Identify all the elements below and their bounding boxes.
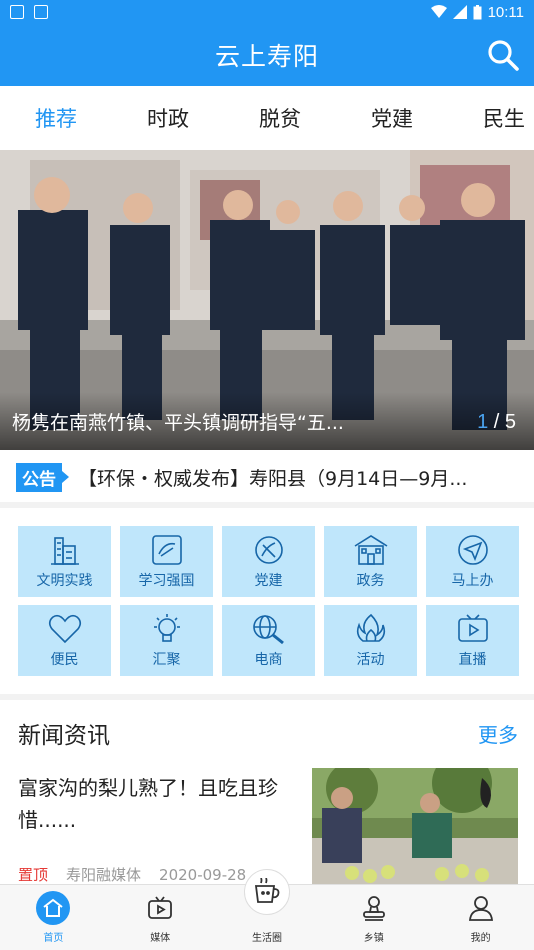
heart-icon xyxy=(48,614,81,643)
service-label: 党建 xyxy=(254,572,283,589)
banner-caption: 杨隽在南燕竹镇、平头镇调研指导“五... xyxy=(12,411,344,434)
notice-bar[interactable]: 公告 【环保・权威发布】寿阳县（9月14日—9月... xyxy=(0,452,534,508)
banner-caption-bar: 杨隽在南燕竹镇、平头镇调研指导“五... xyxy=(0,392,534,450)
nav-profile[interactable]: 我的 xyxy=(427,885,534,950)
app-bar: 云上寿阳 xyxy=(0,24,534,86)
nav-label: 我的 xyxy=(470,933,491,944)
tab-recommend[interactable]: 推荐 xyxy=(0,103,112,133)
home-icon xyxy=(36,891,71,925)
app-notification-icon xyxy=(34,5,48,19)
tab-poverty[interactable]: 脱贫 xyxy=(224,103,336,133)
service-tile-gather[interactable]: 汇聚 xyxy=(120,605,213,676)
bottom-navigation: 首页 媒体 生活圈 乡镇 我的 xyxy=(0,869,534,950)
stamp-icon xyxy=(357,891,391,925)
study-icon xyxy=(151,534,182,565)
news-section-title: 新闻资讯 xyxy=(18,723,110,749)
nav-label: 乡镇 xyxy=(363,933,384,944)
news-title[interactable]: 富家沟的梨儿熟了！且吃且珍惜...... xyxy=(18,772,298,836)
status-bar: 10:11 xyxy=(0,0,534,24)
news-date: 2020-09-28 xyxy=(159,866,247,884)
service-grid: 文明实践 学习强国 党建 政务 马上办 便民 汇聚 电商 活动 直播 xyxy=(18,526,519,676)
nav-towns[interactable]: 乡镇 xyxy=(320,885,427,950)
notice-badge: 公告 xyxy=(16,462,69,492)
service-label: 学习强国 xyxy=(138,572,195,589)
service-tile-government[interactable]: 政务 xyxy=(324,526,417,597)
battery-icon xyxy=(473,4,482,19)
nav-label: 生活圈 xyxy=(251,933,282,944)
service-tile-party[interactable]: 党建 xyxy=(222,526,315,597)
send-icon xyxy=(457,534,488,565)
signal-icon xyxy=(452,5,467,19)
tv-play-icon xyxy=(457,613,488,642)
service-label: 便民 xyxy=(50,651,79,668)
clock: 10:11 xyxy=(487,3,524,21)
building-icon xyxy=(50,536,79,565)
service-label: 直播 xyxy=(458,651,487,668)
more-link[interactable]: 更多 xyxy=(478,719,518,748)
banner-current-page: 1 xyxy=(477,411,489,433)
service-tile-civilization[interactable]: 文明实践 xyxy=(18,526,111,597)
service-label: 政务 xyxy=(356,572,385,589)
service-tile-quick-service[interactable]: 马上办 xyxy=(426,526,519,597)
nav-home[interactable]: 首页 xyxy=(0,885,107,950)
news-source: 寿阳融媒体 xyxy=(66,866,142,884)
nav-media[interactable]: 媒体 xyxy=(107,885,214,950)
fire-icon xyxy=(356,613,385,642)
tab-party[interactable]: 党建 xyxy=(336,103,448,133)
banner-total-pages: 5 xyxy=(504,411,516,433)
nav-label: 媒体 xyxy=(150,933,171,944)
tv-icon xyxy=(143,891,177,925)
nav-label: 首页 xyxy=(43,933,64,944)
category-tabs: 推荐 时政 脱贫 党建 民生 xyxy=(0,86,534,150)
banner-page-indicator: 1 / 5 xyxy=(477,411,516,434)
user-icon xyxy=(464,891,498,925)
banner-carousel[interactable]: 杨隽在南燕竹镇、平头镇调研指导“五... 1 / 5 xyxy=(0,150,534,450)
service-tile-ecommerce[interactable]: 电商 xyxy=(222,605,315,676)
service-label: 汇聚 xyxy=(152,651,181,668)
notification-icon xyxy=(10,5,24,19)
party-emblem-icon xyxy=(254,535,283,564)
service-label: 电商 xyxy=(254,651,283,668)
service-tile-xuexi[interactable]: 学习强国 xyxy=(120,526,213,597)
section-divider xyxy=(0,694,534,700)
news-thumbnail-image xyxy=(312,768,518,886)
wifi-icon xyxy=(430,5,447,18)
lightbulb-icon xyxy=(153,613,180,642)
nav-lifecircle[interactable]: 生活圈 xyxy=(214,869,321,950)
coffee-cup-icon xyxy=(243,869,290,915)
service-label: 活动 xyxy=(356,651,385,668)
search-icon[interactable] xyxy=(486,38,520,72)
globe-search-icon xyxy=(252,614,284,644)
banner-page-separator: / xyxy=(488,411,505,433)
service-label: 马上办 xyxy=(451,572,494,589)
news-thumbnail[interactable] xyxy=(312,768,518,886)
government-building-icon xyxy=(354,534,387,565)
news-meta: 置顶 寿阳融媒体 2020-09-28 xyxy=(18,864,246,885)
pinned-tag: 置顶 xyxy=(18,866,49,884)
service-tile-live[interactable]: 直播 xyxy=(426,605,519,676)
news-section-header: 新闻资讯 更多 xyxy=(18,716,518,750)
service-tile-convenience[interactable]: 便民 xyxy=(18,605,111,676)
service-label: 文明实践 xyxy=(36,572,93,589)
notice-text[interactable]: 【环保・权威发布】寿阳县（9月14日—9月... xyxy=(78,464,518,491)
service-tile-activity[interactable]: 活动 xyxy=(324,605,417,676)
tab-politics[interactable]: 时政 xyxy=(112,103,224,133)
tab-livelihood[interactable]: 民生 xyxy=(448,103,534,133)
app-title: 云上寿阳 xyxy=(214,42,319,71)
